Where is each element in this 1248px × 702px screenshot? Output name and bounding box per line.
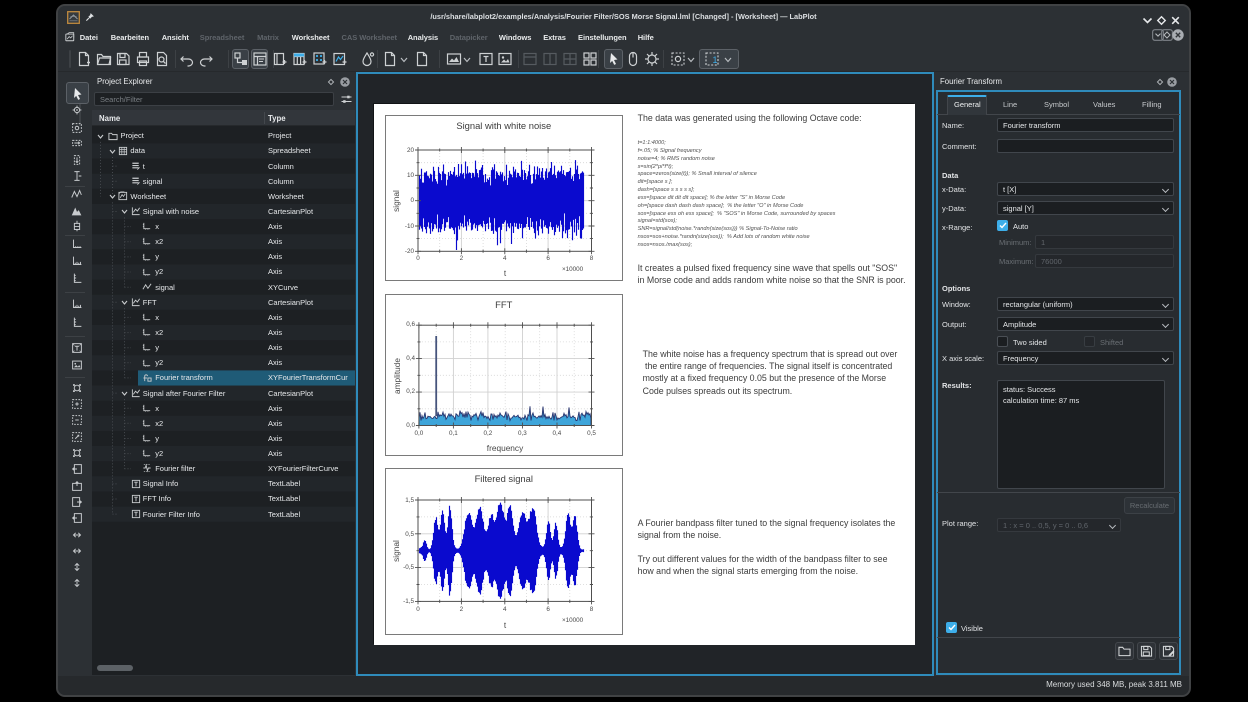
svg-text:1: 1 [713, 55, 718, 65]
